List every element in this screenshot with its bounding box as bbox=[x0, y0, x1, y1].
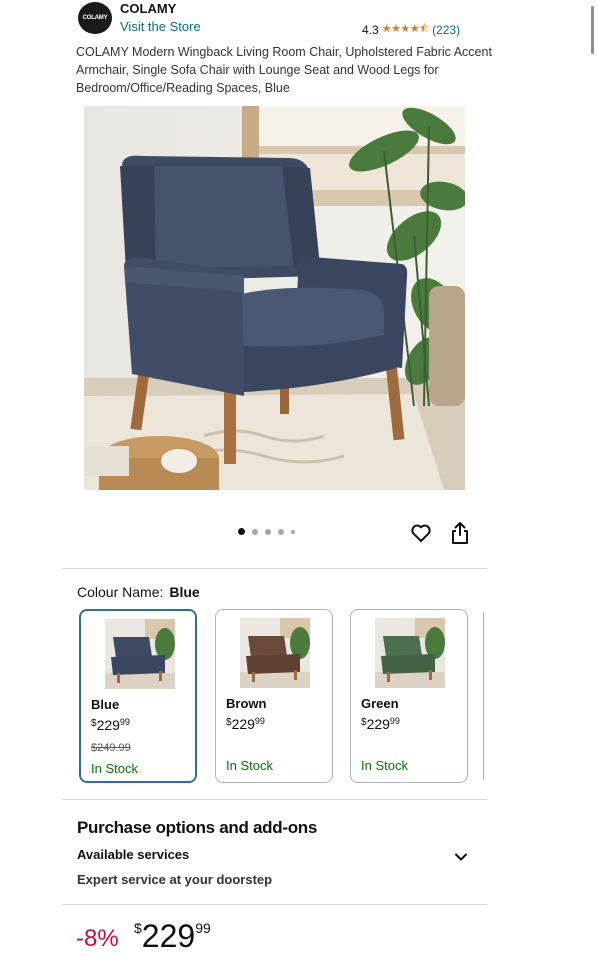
rating-count[interactable]: (223) bbox=[432, 23, 460, 37]
swatch-stock: In Stock bbox=[91, 761, 138, 776]
chevron-down-icon[interactable] bbox=[452, 848, 470, 866]
next-swatch-peek[interactable] bbox=[483, 612, 488, 780]
colour-name-label: Colour Name: Blue bbox=[77, 584, 200, 600]
brand-name: COLAMY bbox=[120, 1, 177, 16]
rating-value: 4.3 bbox=[362, 22, 379, 37]
divider bbox=[62, 799, 487, 800]
heart-icon[interactable] bbox=[409, 521, 433, 545]
carousel-dot[interactable] bbox=[252, 528, 258, 535]
product-image[interactable] bbox=[84, 106, 465, 490]
carousel-dot[interactable] bbox=[291, 529, 295, 534]
swatch-thumbnail bbox=[240, 618, 310, 688]
selected-colour: Blue bbox=[169, 584, 200, 600]
swatch-price: $22999 bbox=[361, 716, 400, 732]
divider bbox=[62, 904, 487, 905]
swatch-stock: In Stock bbox=[361, 758, 408, 773]
brand-logo[interactable]: COLAMY bbox=[78, 2, 112, 34]
available-services-label[interactable]: Available services bbox=[77, 847, 189, 862]
carousel-dot[interactable] bbox=[265, 528, 271, 535]
swatch-thumbnail bbox=[375, 618, 445, 688]
product-price: $22999 bbox=[134, 918, 211, 954]
rating-summary[interactable]: 4.3 ★★★★⯪ (223) bbox=[362, 20, 460, 39]
visit-store-link[interactable]: Visit the Store bbox=[120, 19, 201, 34]
swatch-thumbnail bbox=[105, 619, 175, 689]
carousel-dot[interactable] bbox=[238, 528, 245, 535]
discount-percentage: -8% bbox=[76, 925, 119, 952]
colour-swatch-blue[interactable]: Blue $22999 $249.99 In Stock bbox=[79, 609, 197, 783]
swatch-name: Blue bbox=[91, 697, 120, 712]
colour-swatch-brown[interactable]: Brown $22999 In Stock bbox=[215, 609, 333, 783]
swatch-was-price: $249.99 bbox=[91, 742, 131, 754]
swatch-price: $22999 bbox=[226, 716, 265, 732]
carousel-dot[interactable] bbox=[278, 528, 284, 535]
scrollbar[interactable] bbox=[591, 6, 594, 54]
expert-service-text: Expert service at your doorstep bbox=[77, 872, 273, 887]
product-title: COLAMY Modern Wingback Living Room Chair… bbox=[76, 45, 492, 95]
swatch-stock: In Stock bbox=[226, 758, 273, 773]
swatch-price: $22999 bbox=[91, 717, 130, 733]
swatch-name: Green bbox=[361, 696, 399, 711]
divider bbox=[62, 568, 487, 569]
star-rating-icon: ★★★★⯪ bbox=[381, 23, 430, 35]
image-carousel-dots[interactable] bbox=[238, 528, 295, 535]
purchase-options-title: Purchase options and add-ons bbox=[77, 818, 318, 837]
swatch-name: Brown bbox=[226, 696, 267, 711]
colour-swatch-green[interactable]: Green $22999 In Stock bbox=[350, 609, 468, 783]
share-icon[interactable] bbox=[448, 520, 472, 546]
